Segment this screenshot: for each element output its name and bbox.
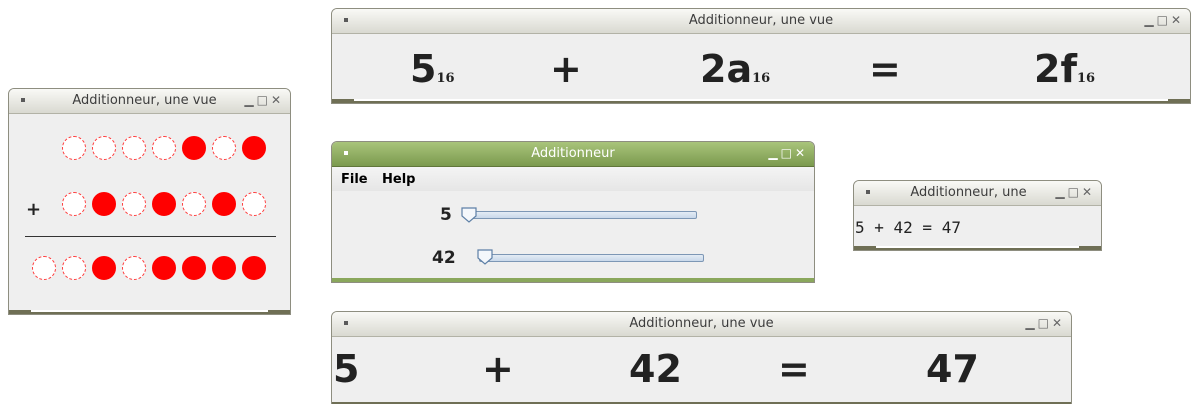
minimize-icon[interactable]: ▁ xyxy=(1144,13,1156,27)
minimize-icon[interactable]: ▁ xyxy=(1055,185,1067,199)
bit-off-circle xyxy=(122,192,146,216)
addend-a-value: 5 xyxy=(410,47,437,91)
bit-off-circle xyxy=(32,256,56,280)
plus-operator: + xyxy=(482,347,514,391)
bit-on-circle xyxy=(92,192,116,216)
addend-b: 2a16 xyxy=(700,47,770,91)
sum-result-value: 2f xyxy=(1034,47,1077,91)
addend-b: 42 xyxy=(629,347,682,391)
menu-help[interactable]: Help xyxy=(382,172,415,187)
bit-on-circle xyxy=(92,256,116,280)
addend-b-value: 2a xyxy=(700,47,753,91)
bit-on-circle xyxy=(152,192,176,216)
sum-divider xyxy=(25,236,276,237)
sum-result: 47 xyxy=(926,347,979,391)
sum-expression: 5 + 42 = 47 xyxy=(855,218,961,237)
sum-result-base: 16 xyxy=(1076,71,1096,86)
addend-a: 516 xyxy=(410,47,455,91)
slider-thumb-icon[interactable] xyxy=(460,207,478,223)
bit-on-circle xyxy=(182,256,206,280)
decimal-adder-window: Additionneur, une vue ▁□✕ 5 + 42 = 47 xyxy=(331,311,1072,404)
title-bar[interactable]: Additionneur ▁□✕ xyxy=(332,142,814,167)
bit-off-circle xyxy=(62,256,86,280)
close-icon[interactable]: ✕ xyxy=(1171,13,1184,27)
window-bottom-edge xyxy=(854,246,1101,250)
slider1-value-label: 5 xyxy=(440,205,452,225)
title-bar[interactable]: Additionneur, une ▁□✕ xyxy=(854,181,1101,206)
minimize-icon[interactable]: ▁ xyxy=(244,93,256,107)
text-adder-window: Additionneur, une ▁□✕ 5 + 42 = 47 xyxy=(853,180,1102,251)
window-title: Additionneur, une vue xyxy=(688,13,834,28)
title-bar[interactable]: Additionneur, une vue ▁□✕ xyxy=(332,9,1190,34)
bit-on-circle xyxy=(212,256,236,280)
window-bottom-edge xyxy=(332,278,814,282)
hex-adder-window: Additionneur, une vue ▁□✕ 516 + 2a16 = 2… xyxy=(331,8,1191,104)
bit-off-circle xyxy=(152,136,176,160)
maximize-icon[interactable]: □ xyxy=(781,146,795,160)
close-icon[interactable]: ✕ xyxy=(1052,316,1065,330)
maximize-icon[interactable]: □ xyxy=(1157,13,1171,27)
plus-operator: + xyxy=(26,199,42,220)
close-icon[interactable]: ✕ xyxy=(795,146,808,160)
window-title: Additionneur xyxy=(531,146,615,161)
bit-off-circle xyxy=(212,136,236,160)
bit-off-circle xyxy=(122,256,146,280)
slider-adder-window: Additionneur ▁□✕ File Help 5 42 xyxy=(331,141,815,283)
bit-on-circle xyxy=(182,136,206,160)
bit-off-circle xyxy=(122,136,146,160)
window-controls: ▁□✕ xyxy=(1055,185,1095,199)
slider-thumb-icon[interactable] xyxy=(476,249,494,265)
window-controls: ▁□✕ xyxy=(1144,13,1184,27)
window-bottom-edge xyxy=(9,310,290,314)
addend-b-base: 16 xyxy=(752,71,771,86)
equals-operator: = xyxy=(778,347,810,391)
window-controls: ▁□✕ xyxy=(1025,316,1065,330)
slider2-value-label: 42 xyxy=(432,248,456,268)
minimize-icon[interactable]: ▁ xyxy=(768,146,780,160)
window-controls: ▁□✕ xyxy=(768,146,808,160)
slider1-track[interactable] xyxy=(465,211,697,219)
bit-off-circle xyxy=(62,136,86,160)
sum-result: 2f16 xyxy=(1034,47,1095,91)
bit-on-circle xyxy=(242,256,266,280)
maximize-icon[interactable]: □ xyxy=(257,93,271,107)
plus-operator: + xyxy=(550,47,582,91)
maximize-icon[interactable]: □ xyxy=(1038,316,1052,330)
menu-bar: File Help xyxy=(332,167,814,191)
bit-on-circle xyxy=(212,192,236,216)
close-icon[interactable]: ✕ xyxy=(271,93,284,107)
close-icon[interactable]: ✕ xyxy=(1082,185,1095,199)
menu-file[interactable]: File xyxy=(341,172,368,187)
window-title: Additionneur, une vue xyxy=(629,316,774,331)
addend-a: 5 xyxy=(333,347,360,391)
slider2-track[interactable] xyxy=(479,254,704,262)
addend-a-base: 16 xyxy=(436,71,455,86)
minimize-icon[interactable]: ▁ xyxy=(1025,316,1037,330)
bit-off-circle xyxy=(242,192,266,216)
title-bar[interactable]: Additionneur, une vue ▁□✕ xyxy=(332,312,1071,337)
equals-operator: = xyxy=(869,47,901,91)
bit-on-circle xyxy=(152,256,176,280)
binary-adder-window: Additionneur, une vue ▁□✕ + xyxy=(8,88,291,315)
window-controls: ▁□✕ xyxy=(244,93,284,107)
bit-off-circle xyxy=(92,136,116,160)
bit-on-circle xyxy=(242,136,266,160)
window-bottom-edge xyxy=(332,99,1190,103)
title-bar[interactable]: Additionneur, une vue ▁□✕ xyxy=(9,89,290,114)
bit-off-circle xyxy=(62,192,86,216)
bit-off-circle xyxy=(182,192,206,216)
maximize-icon[interactable]: □ xyxy=(1068,185,1082,199)
